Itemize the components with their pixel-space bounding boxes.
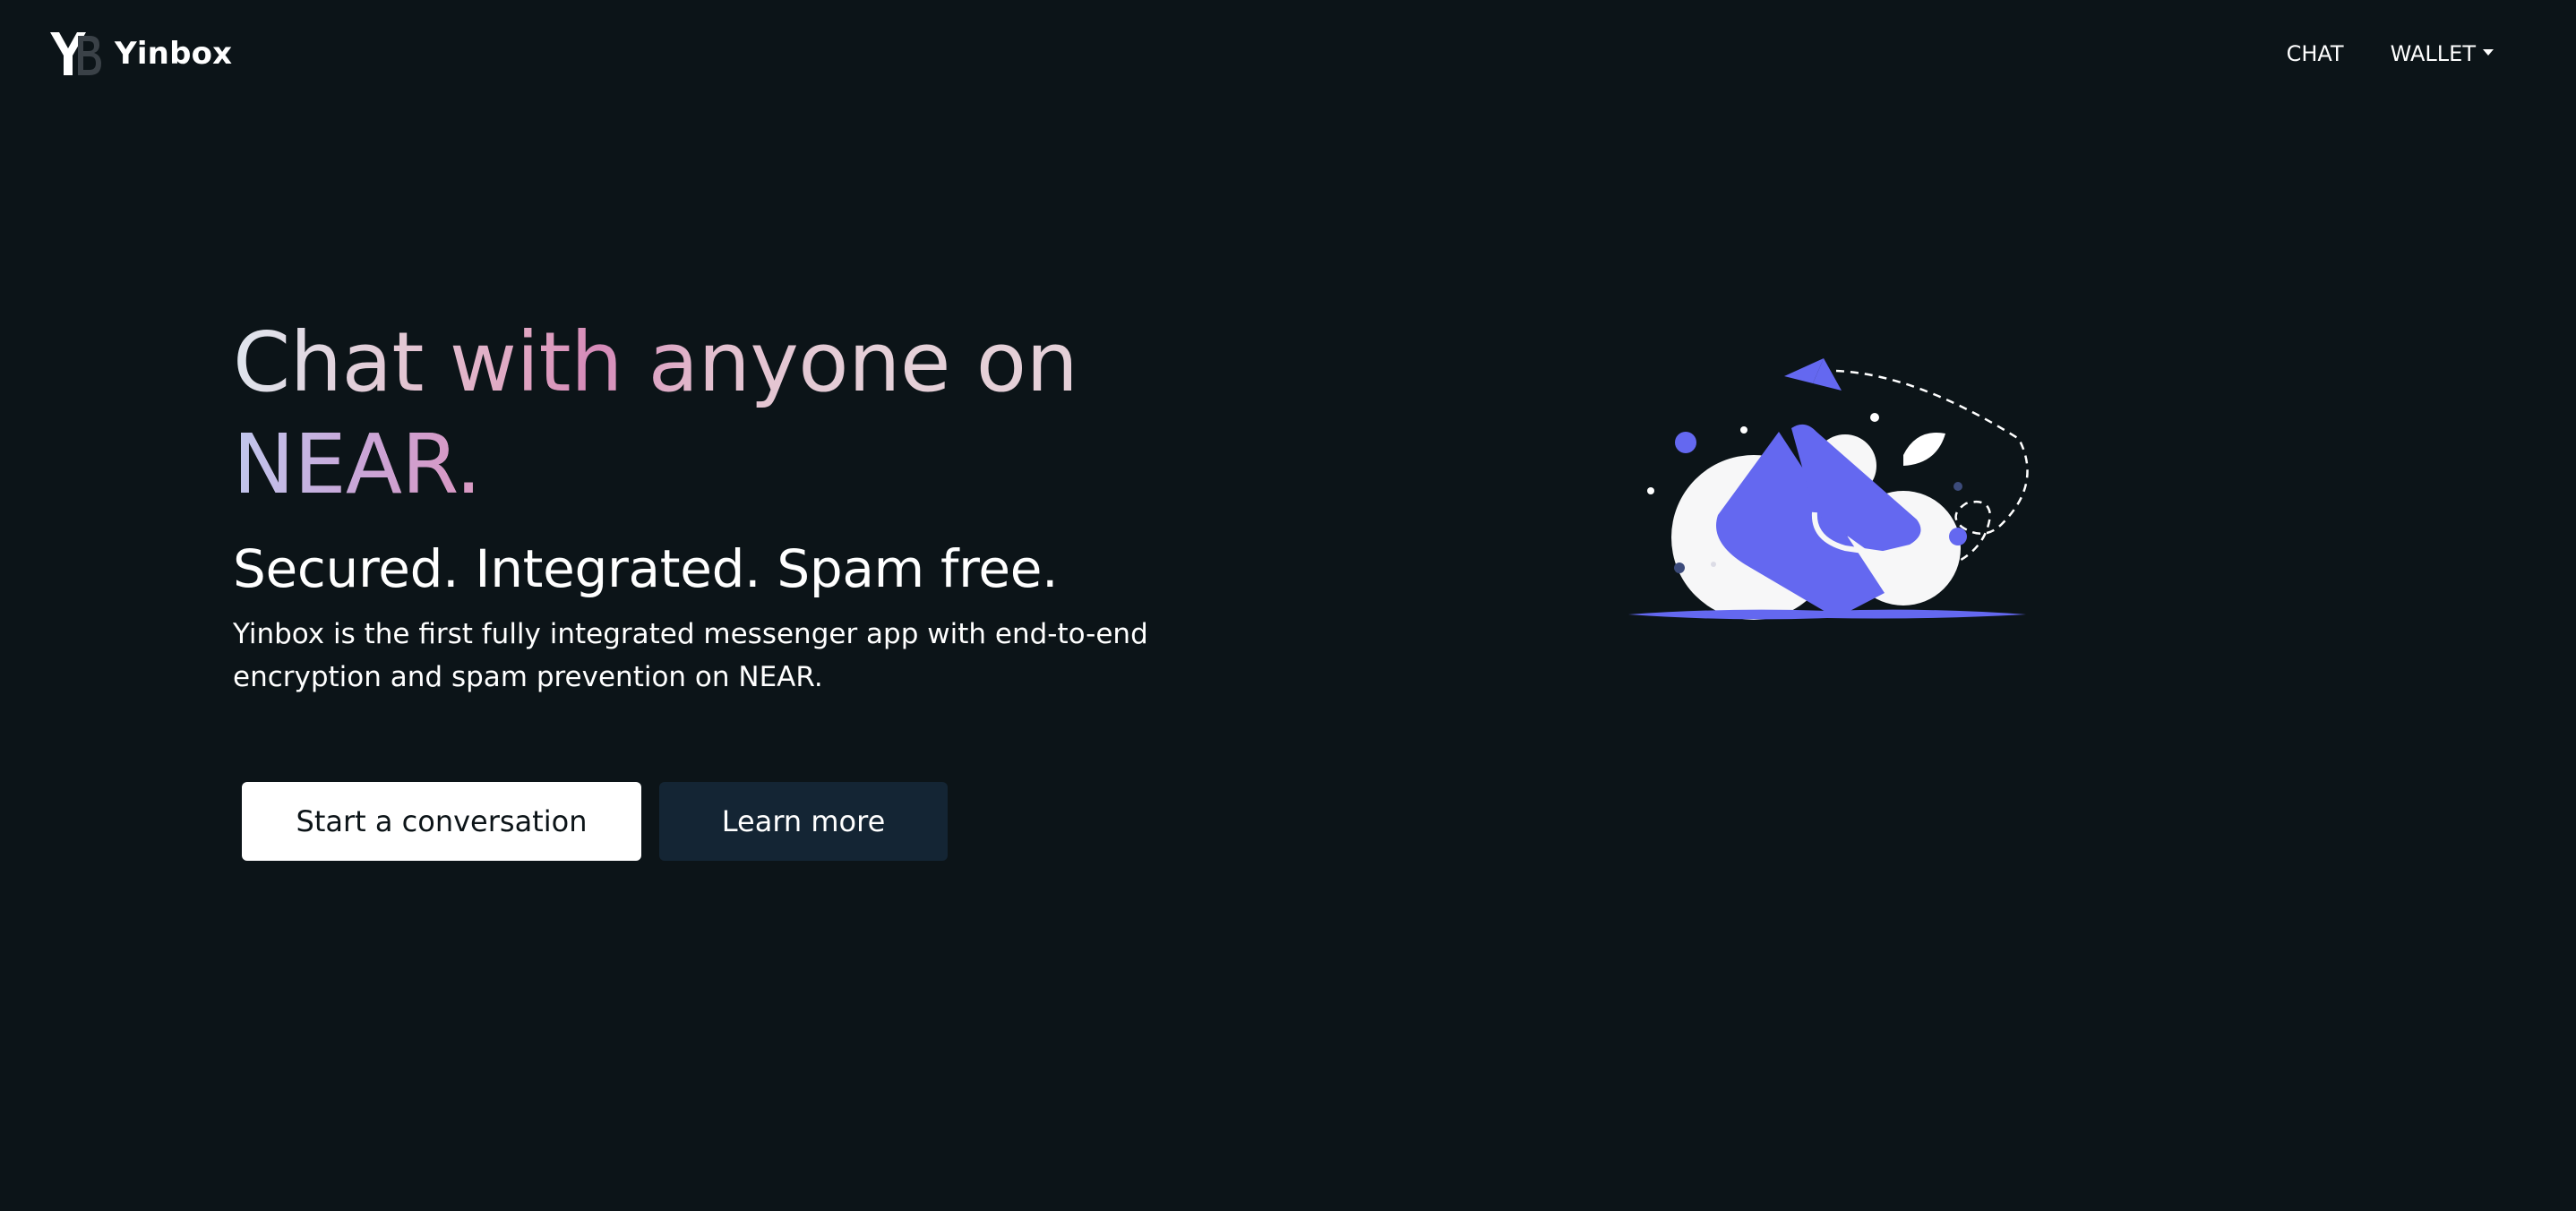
top-navbar: Yinbox CHAT WALLET xyxy=(0,0,2576,107)
nav-wallet-dropdown[interactable]: WALLET xyxy=(2391,34,2494,73)
hero-headline-line2: NEAR. xyxy=(233,414,1290,516)
brand-name: Yinbox xyxy=(115,36,233,72)
hero-tagline: Secured. Integrated. Spam free. xyxy=(233,538,1059,599)
start-conversation-button[interactable]: Start a conversation xyxy=(242,782,641,861)
hero-headline-line1: Chat with anyone on xyxy=(233,314,1078,410)
nav-chat-link[interactable]: CHAT xyxy=(2287,34,2344,73)
landing-page: Yinbox CHAT WALLET Chat with anyone on N… xyxy=(0,0,2576,1211)
learn-more-button[interactable]: Learn more xyxy=(659,782,948,861)
hero-description: Yinbox is the first fully integrated mes… xyxy=(233,618,1148,693)
brand-home-link[interactable]: Yinbox xyxy=(48,27,232,81)
hero-cta-row: Start a conversation Learn more xyxy=(242,782,948,861)
hero-section: Chat with anyone on NEAR. Secured. Integ… xyxy=(233,312,1290,699)
hero-illustration xyxy=(1621,349,2033,627)
nav-wallet-label: WALLET xyxy=(2390,41,2476,66)
yb-logo-icon xyxy=(50,32,101,75)
nav-links: CHAT WALLET xyxy=(2287,34,2494,73)
mail-envelope-paper-plane-illustration xyxy=(1628,358,2029,620)
caret-down-icon xyxy=(2483,48,2494,56)
hero-headline: Chat with anyone on NEAR. xyxy=(233,312,1290,516)
